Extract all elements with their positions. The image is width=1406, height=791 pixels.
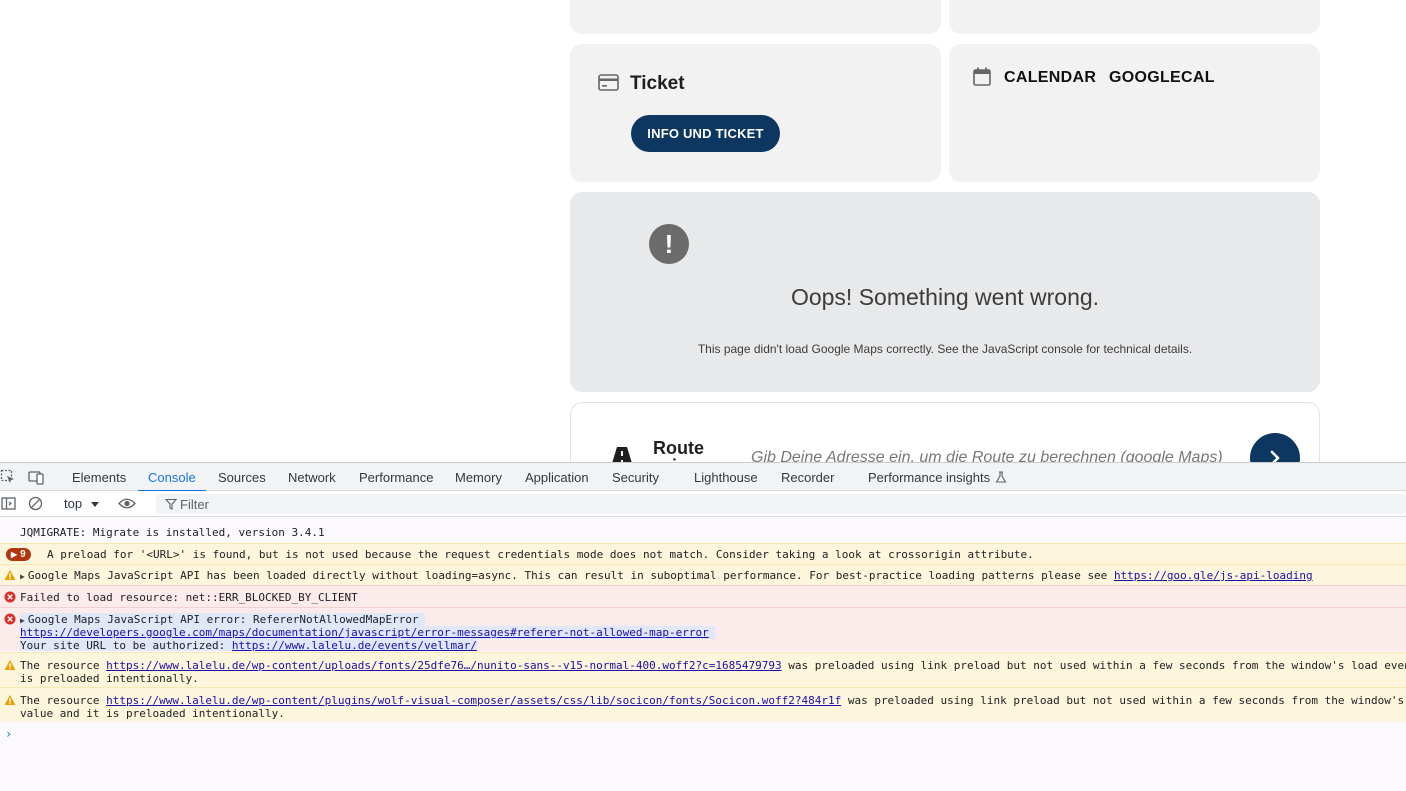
chevron-right-icon (1270, 450, 1280, 462)
context-selector[interactable]: top (64, 496, 100, 511)
flask-icon (995, 471, 1007, 483)
dropdown-triangle-icon (91, 501, 100, 507)
console-message-link[interactable]: https://developers.google.com/maps/docum… (20, 626, 709, 639)
tab-network[interactable]: Network (288, 463, 336, 491)
road-icon (612, 447, 632, 462)
page-viewport: Ticket INFO UND TICKET CALENDAR GOOGLECA… (0, 0, 1406, 462)
map-error-detail: This page didn't load Google Maps correc… (697, 342, 1193, 356)
tab-application[interactable]: Application (525, 463, 589, 491)
clear-console-icon[interactable] (28, 496, 43, 511)
ticket-title: Ticket (630, 73, 685, 94)
console-message: ▶ Google Maps JavaScript API error: Refer… (0, 607, 1406, 651)
tab-memory[interactable]: Memory (455, 463, 502, 491)
console-message: ▶ 9 A preload for '<URL>' is found, but i… (0, 543, 1406, 564)
console-message-line: Your site URL to be authorized: https://… (20, 639, 477, 651)
credit-card-icon (598, 74, 619, 91)
exclamation-icon: ! (649, 224, 689, 264)
tab-console[interactable]: Console (138, 463, 206, 492)
console-message-body: The resource https://www.lalelu.de/wp-co… (20, 694, 1406, 707)
console-message-text: Your site URL to be authorized: (20, 639, 232, 651)
console-message-text: Google Maps JavaScript API has been load… (27, 569, 1114, 582)
tab-performance-insights[interactable]: Performance insights (868, 463, 1007, 491)
warning-count-badge: ▶ 9 (6, 548, 31, 561)
filter-funnel-icon (165, 498, 177, 510)
device-toolbar-icon[interactable] (28, 469, 44, 485)
google-map-error: ! Oops! Something went wrong. This page … (570, 192, 1320, 392)
console-message-link[interactable]: https://www.lalelu.de/events/vellmar/ (232, 639, 477, 651)
context-selector-label: top (64, 496, 83, 511)
console-message-text: Google Maps JavaScript API error: Refere… (27, 613, 419, 626)
warning-icon (4, 695, 16, 705)
console-message-link[interactable]: https://www.lalelu.de/wp-content/uploads… (106, 659, 782, 672)
googlecal-link[interactable]: GOOGLECAL (1109, 69, 1215, 87)
ticket-card: Ticket INFO UND TICKET (570, 44, 941, 182)
console-message: The resource https://www.lalelu.de/wp-co… (0, 652, 1406, 687)
info-und-ticket-button[interactable]: INFO UND TICKET (631, 115, 780, 152)
error-icon (4, 591, 16, 603)
console-message-text: was preloaded using link preload but not… (847, 694, 1406, 707)
route-address-input[interactable] (751, 447, 1231, 462)
route-card: Route zeigen (570, 402, 1320, 462)
tab-recorder[interactable]: Recorder (781, 463, 834, 491)
console-message-text: was preloaded using link preload but not… (788, 659, 1406, 672)
calendar-card: CALENDAR GOOGLECAL (949, 44, 1320, 182)
console-filter-box (156, 494, 1406, 514)
inspect-element-icon[interactable] (0, 469, 16, 485)
expand-triangle-icon[interactable]: ▶ (20, 616, 25, 625)
devtools-panel: Elements Console Sources Network Perform… (0, 462, 1406, 791)
warning-icon (4, 570, 16, 580)
console-messages: JQMIGRATE: Migrate is installed, version… (0, 517, 1406, 791)
route-title: Route zeigen (653, 438, 709, 462)
map-error-title: Oops! Something went wrong. (790, 284, 1100, 310)
calendar-link[interactable]: CALENDAR (1004, 69, 1096, 87)
tab-performance[interactable]: Performance (359, 463, 433, 491)
console-message-link[interactable]: https://www.lalelu.de/wp-content/plugins… (106, 694, 841, 707)
tab-lighthouse[interactable]: Lighthouse (694, 463, 758, 491)
console-message-body: The resource https://www.lalelu.de/wp-co… (20, 659, 1406, 672)
expand-triangle-icon[interactable]: ▶ (20, 572, 25, 581)
card-top-right (949, 0, 1320, 34)
tab-performance-insights-label: Performance insights (868, 469, 991, 485)
console-message: Failed to load resource: net::ERR_BLOCKE… (0, 585, 1406, 607)
console-message-line: https://developers.google.com/maps/docum… (20, 626, 715, 639)
console-prompt[interactable]: › (5, 727, 12, 741)
sidebar-toggle-icon[interactable] (1, 496, 16, 511)
calendar-icon (973, 67, 991, 86)
console-message: ▶ Google Maps JavaScript API has been loa… (0, 564, 1406, 585)
devtools-tab-bar: Elements Console Sources Network Perform… (0, 463, 1406, 492)
console-message-link[interactable]: https://goo.gle/js-api-loading (1114, 569, 1313, 582)
tab-security[interactable]: Security (612, 463, 659, 491)
console-message: The resource https://www.lalelu.de/wp-co… (0, 687, 1406, 722)
tab-elements[interactable]: Elements (72, 463, 126, 491)
warning-count: 9 (20, 549, 26, 560)
live-expression-eye-icon[interactable] (118, 496, 136, 511)
card-top-left (570, 0, 941, 34)
console-message-body: ▶ Google Maps JavaScript API error: Refer… (20, 613, 425, 627)
console-message-text: value and it is preloaded intentionally. (20, 707, 285, 720)
error-icon (4, 613, 16, 625)
console-filter-input[interactable] (180, 496, 780, 512)
console-message-text: The resource (20, 694, 107, 707)
console-message-body: ▶ Google Maps JavaScript API has been loa… (20, 569, 1313, 583)
tab-sources[interactable]: Sources (218, 463, 266, 491)
console-message-text: Failed to load resource: net::ERR_BLOCKE… (20, 591, 358, 604)
console-message-text: A preload for '<URL>' is found, but is n… (47, 548, 1034, 561)
console-message-text: The resource (20, 659, 107, 672)
warning-icon (4, 660, 16, 670)
route-submit-button[interactable] (1250, 433, 1300, 462)
console-message: JQMIGRATE: Migrate is installed, version… (0, 523, 1406, 543)
console-message-text: JQMIGRATE: Migrate is installed, version… (20, 526, 325, 539)
console-message-text: is preloaded intentionally. (20, 672, 199, 685)
console-toolbar: top (0, 491, 1406, 517)
